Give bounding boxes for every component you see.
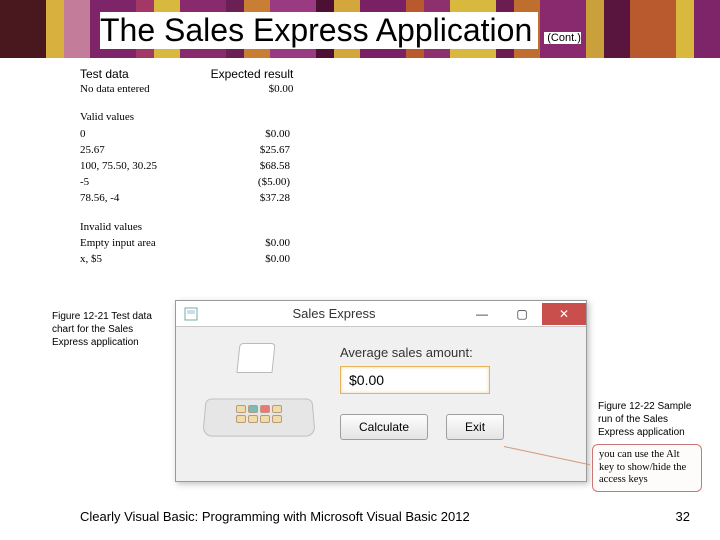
col-header-result: Expected result [203, 66, 293, 82]
avg-sales-output: $0.00 [340, 366, 490, 394]
titlebar: Sales Express — ▢ ✕ [176, 301, 586, 327]
valid-row-out: $25.67 [200, 143, 290, 158]
minimize-button[interactable]: — [462, 303, 502, 325]
valid-row-in: 100, 75.50, 30.25 [80, 159, 200, 174]
page-number: 32 [676, 509, 690, 524]
alt-key-callout: you can use the Alt key to show/hide the… [592, 444, 702, 492]
exit-button[interactable]: Exit [446, 414, 504, 440]
col-header-test: Test data [80, 66, 200, 82]
valid-row-out: $0.00 [200, 127, 290, 142]
figure-12-21-caption: Figure 12-21 Test data chart for the Sal… [52, 310, 162, 349]
invalid-row-in: x, $5 [80, 252, 200, 267]
page-title: The Sales Express Application [100, 12, 538, 49]
valid-header: Valid values [80, 110, 200, 125]
row-nodata-in: No data entered [80, 82, 200, 97]
valid-row-in: 78.56, -4 [80, 191, 200, 206]
test-data-chart: Test data Expected result No data entere… [80, 66, 293, 268]
row-nodata-out: $0.00 [203, 82, 293, 97]
invalid-row-out: $0.00 [200, 236, 290, 251]
invalid-row-in: Empty input area [80, 236, 200, 251]
app-icon [182, 305, 200, 323]
calculate-button[interactable]: Calculate [340, 414, 428, 440]
footer-text: Clearly Visual Basic: Programming with M… [80, 509, 470, 524]
avg-sales-label: Average sales amount: [340, 345, 568, 360]
cash-register-icon [194, 341, 324, 441]
valid-row-in: -5 [80, 175, 200, 190]
valid-row-out: $68.58 [200, 159, 290, 174]
valid-row-out: ($5.00) [200, 175, 290, 190]
valid-row-in: 0 [80, 127, 200, 142]
maximize-button[interactable]: ▢ [502, 303, 542, 325]
window-title: Sales Express [206, 306, 462, 321]
close-button[interactable]: ✕ [542, 303, 586, 325]
invalid-row-out: $0.00 [200, 252, 290, 267]
figure-12-22-caption: Figure 12-22 Sample run of the Sales Exp… [598, 400, 698, 439]
valid-row-in: 25.67 [80, 143, 200, 158]
invalid-header: Invalid values [80, 220, 200, 235]
continued-marker: (Cont.) [544, 32, 581, 44]
valid-row-out: $37.28 [200, 191, 290, 206]
